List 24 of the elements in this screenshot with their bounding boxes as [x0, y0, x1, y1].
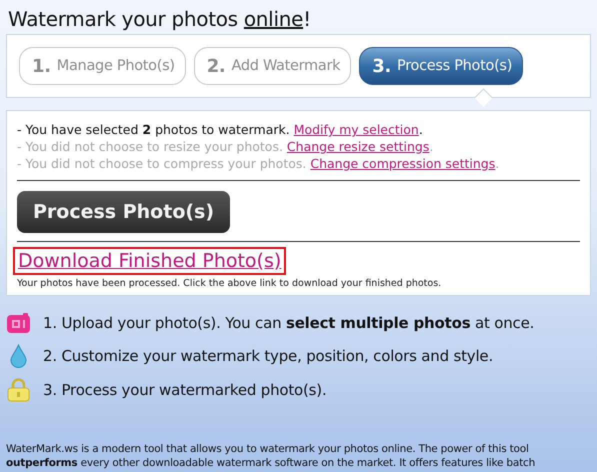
- download-note: Your photos have been processed. Click the above link to download your finished photos.: [17, 278, 442, 289]
- settings-link[interactable]: Change compression settings: [310, 156, 496, 171]
- step-tab[interactable]: 1. Manage Photo(s): [19, 47, 186, 85]
- step-text: 1. Upload your photo(s). You can select multiple photos at once.: [43, 314, 534, 332]
- step-text: 3. Process your watermarked photo(s).: [43, 381, 327, 399]
- page-title: Watermark your photos: [8, 7, 239, 31]
- exclamation-mark: !: [303, 7, 311, 31]
- settings-link[interactable]: Modify my selection: [294, 122, 419, 137]
- summary-text: - You have selected 2 photos to watermark.: [17, 122, 291, 137]
- step-tab[interactable]: 3. Process Photo(s): [359, 47, 524, 85]
- step-tab[interactable]: 2. Add Watermark: [194, 47, 352, 85]
- about-paragraph: WaterMark.ws is a modern tool that allows you to watermark your photos online. The power of this tool outperforms every other downloadable watermark software on the market. It offers features like batch: [6, 442, 536, 470]
- settings-link[interactable]: Change resize settings: [286, 139, 430, 154]
- padlock-icon: [6, 378, 31, 402]
- period: .: [495, 156, 500, 171]
- camera-icon: [6, 312, 31, 334]
- process-button[interactable]: Process Photo(s): [17, 191, 230, 233]
- summary-text: - You did not choose to compress your photos.: [17, 156, 308, 171]
- period: .: [429, 139, 434, 154]
- online-link[interactable]: online: [244, 7, 304, 31]
- step-text: 2. Customize your watermark type, position, colors and style.: [43, 347, 494, 365]
- period: .: [418, 122, 423, 137]
- summary-text: - You did not choose to resize your photos.: [17, 139, 284, 154]
- download-link[interactable]: Download Finished Photo(s): [13, 247, 286, 275]
